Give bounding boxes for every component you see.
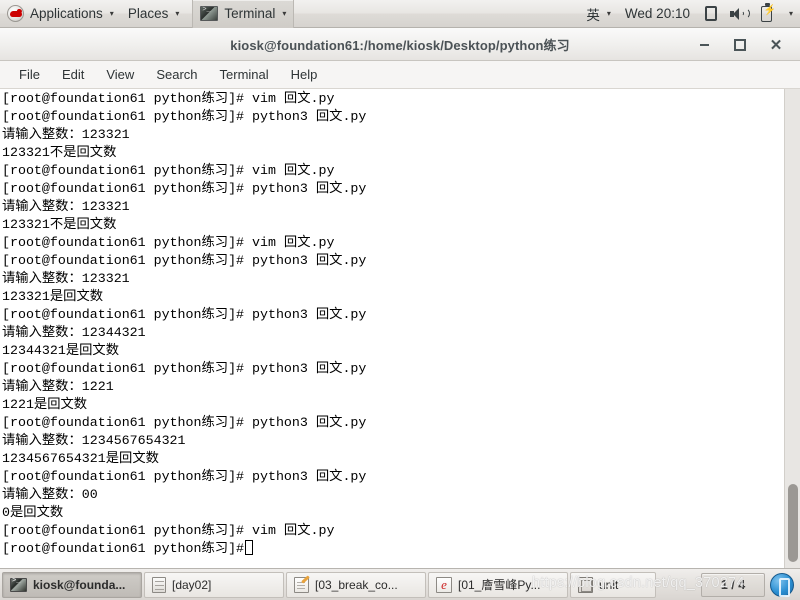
panel-window-label: Terminal [224,6,276,21]
input-method-indicator[interactable]: 英 ▾ [579,0,618,28]
chevron-down-icon: ▾ [282,9,287,18]
terminal-icon [200,6,219,21]
terminal-line: 请输入整数：123321 [2,199,130,214]
terminal-line: [root@foundation61 python练习]# python3 回文… [2,181,367,196]
terminal-line: [root@foundation61 python练习]# vim 回文.py [2,235,335,250]
terminal-line: [root@foundation61 python练习]# python3 回文… [2,109,367,124]
terminal-line: 0是回文数 [2,505,64,520]
terminal-line: 请输入整数：00 [2,487,98,502]
terminal-line: [root@foundation61 python练习]# vim 回文.py [2,91,335,106]
taskbar-item-unit[interactable]: unit [570,571,656,598]
terminal-icon [10,577,27,592]
terminal-line: [root@foundation61 python练习]# python3 回文… [2,415,367,430]
scrollbar-thumb[interactable] [788,484,798,562]
terminal-prompt-text: [root@foundation61 python练习]# [2,541,245,556]
terminal-line: 请输入整数：123321 [2,271,130,286]
window-titlebar[interactable]: kiosk@foundation61:/home/kiosk/Desktop/p… [0,28,800,61]
panel-window-terminal[interactable]: Terminal ▾ [192,0,295,28]
menu-search[interactable]: Search [145,61,208,89]
minimize-button[interactable] [686,28,722,61]
terminal-prompt-line: [root@foundation61 python练习]# [2,540,784,558]
taskbar-item-break-co[interactable]: [03_break_co... [286,571,426,598]
menu-help[interactable]: Help [280,61,329,89]
chevron-down-icon: ▾ [606,9,611,18]
workspace-area: 1 / 4 [701,572,798,597]
terminal-scrollbar[interactable] [784,89,800,568]
redhat-logo-icon [7,5,24,22]
applications-menu[interactable]: Applications ▾ [0,0,121,28]
taskbar-item-liaoxuefeng[interactable]: e [01_廥雪峰Py... [428,571,568,598]
menu-edit[interactable]: Edit [51,61,95,89]
terminal-line: [root@foundation61 python练习]# python3 回文… [2,307,367,322]
menubar: File Edit View Search Terminal Help [0,61,800,89]
trash-icon[interactable] [770,572,794,597]
taskbar-item-label: [01_廥雪峰Py... [458,578,541,592]
menu-terminal[interactable]: Terminal [209,61,280,89]
system-menu-chevron[interactable]: ▾ [781,0,800,28]
window-controls: ✕ [686,28,794,61]
terminal-area: [root@foundation61 python练习]# vim 回文.py … [0,89,800,568]
terminal-line: [root@foundation61 python练习]# python3 回文… [2,469,367,484]
terminal-line: 请输入整数：123321 [2,127,130,142]
battery-icon[interactable] [753,0,781,28]
workspace-switcher[interactable]: 1 / 4 [701,572,765,597]
places-menu[interactable]: Places ▾ [121,0,187,28]
terminal-line: [root@foundation61 python练习]# python3 回文… [2,253,367,268]
terminal-cursor [245,540,254,555]
places-menu-label: Places [127,6,169,21]
text-editor-icon [294,576,309,593]
applications-menu-label: Applications [30,6,103,21]
terminal-line: 请输入整数：12344321 [2,325,146,340]
terminal-line: 1221是回文数 [2,397,88,412]
terminal-line: [root@foundation61 python练习]# vim 回文.py [2,523,335,538]
top-panel: Applications ▾ Places ▾ Terminal ▾ 英 ▾ W… [0,0,800,28]
chevron-down-icon: ▾ [175,9,180,18]
terminal-line: 123321不是回文数 [2,145,117,160]
chevron-down-icon: ▾ [788,9,793,18]
taskbar: kiosk@founda... [day02] [03_break_co... … [0,568,800,600]
panel-status-area: 英 ▾ Wed 20:10 ▾ [579,0,800,28]
chevron-down-icon: ▾ [109,9,114,18]
taskbar-item-label: kiosk@founda... [33,577,126,592]
terminal-line: 请输入整数：1221 [2,379,114,394]
display-icon[interactable] [697,0,725,28]
taskbar-item-terminal[interactable]: kiosk@founda... [2,571,142,598]
taskbar-item-label: [03_break_co... [315,577,398,592]
file-manager-icon [152,576,166,593]
terminal-line: 12344321是回文数 [2,343,120,358]
taskbar-item-label: unit [599,577,619,592]
browser-icon: e [436,576,452,593]
terminal-line: [root@foundation61 python练习]# vim 回文.py [2,163,335,178]
maximize-button[interactable] [722,28,758,61]
clock-label: Wed 20:10 [624,6,690,21]
terminal-line: 请输入整数：1234567654321 [2,433,186,448]
archive-icon [578,576,593,593]
menu-file[interactable]: File [8,61,51,89]
close-button[interactable]: ✕ [758,28,794,61]
terminal-line: 123321不是回文数 [2,217,117,232]
input-method-label: 英 [586,7,600,23]
terminal-line: [root@foundation61 python练习]# python3 回文… [2,361,367,376]
window-title: kiosk@foundation61:/home/kiosk/Desktop/p… [230,37,570,53]
terminal-window: kiosk@foundation61:/home/kiosk/Desktop/p… [0,28,800,568]
taskbar-item-label: [day02] [172,577,212,592]
menu-view[interactable]: View [95,61,145,89]
terminal-output[interactable]: [root@foundation61 python练习]# vim 回文.py … [0,89,784,568]
taskbar-item-day02[interactable]: [day02] [144,571,284,598]
volume-icon[interactable] [725,0,753,28]
clock[interactable]: Wed 20:10 [618,0,697,28]
terminal-line: 123321是回文数 [2,289,104,304]
terminal-line: 1234567654321是回文数 [2,451,159,466]
